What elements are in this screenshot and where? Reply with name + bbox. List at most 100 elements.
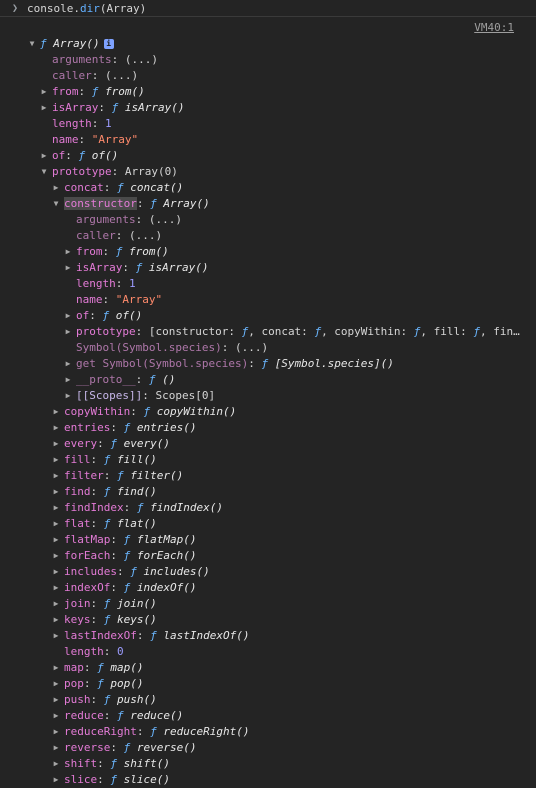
collapsed-triangle-icon[interactable]: ▶ bbox=[63, 324, 73, 340]
collapsed-triangle-icon[interactable]: ▶ bbox=[51, 484, 61, 500]
collapsed-triangle-icon[interactable]: ▶ bbox=[63, 260, 73, 276]
collapsed-triangle-icon[interactable]: ▶ bbox=[51, 548, 61, 564]
collapsed-triangle-icon[interactable]: ▶ bbox=[51, 500, 61, 516]
tree-row[interactable]: ▶ reverse: ƒ reverse() bbox=[0, 740, 520, 756]
tree-row-content: includes: ƒ includes() bbox=[64, 564, 210, 580]
tree-row-content: isArray: ƒ isArray() bbox=[52, 100, 184, 116]
collapsed-triangle-icon[interactable]: ▶ bbox=[51, 596, 61, 612]
collapsed-triangle-icon[interactable]: ▶ bbox=[63, 244, 73, 260]
tree-row[interactable]: ▶ isArray: ƒ isArray() bbox=[0, 100, 520, 116]
token-pl: : Array(0) bbox=[111, 165, 178, 178]
tree-row[interactable]: ▶ __proto__: ƒ () bbox=[0, 372, 520, 388]
tree-row[interactable]: ▶ map: ƒ map() bbox=[0, 660, 520, 676]
tree-row[interactable]: ▶ slice: ƒ slice() bbox=[0, 772, 520, 788]
collapsed-triangle-icon[interactable]: ▶ bbox=[51, 772, 61, 788]
tree-row[interactable]: ▶ filter: ƒ filter() bbox=[0, 468, 520, 484]
token-k: reduceRight bbox=[64, 725, 137, 738]
collapsed-triangle-icon[interactable]: ▶ bbox=[39, 148, 49, 164]
token-k: flatMap bbox=[64, 533, 111, 546]
tree-row[interactable]: ▶ find: ƒ find() bbox=[0, 484, 520, 500]
collapsed-triangle-icon[interactable]: ▶ bbox=[51, 628, 61, 644]
collapsed-triangle-icon[interactable]: ▶ bbox=[39, 100, 49, 116]
info-badge-icon[interactable]: i bbox=[103, 39, 114, 49]
collapsed-triangle-icon[interactable]: ▶ bbox=[51, 692, 61, 708]
tree-row[interactable]: ▶ findIndex: ƒ findIndex() bbox=[0, 500, 520, 516]
tree-row[interactable]: ▶ fill: ƒ fill() bbox=[0, 452, 520, 468]
token-fn: ƒ bbox=[148, 373, 163, 386]
expanded-triangle-icon[interactable]: ▼ bbox=[51, 196, 61, 212]
tree-row[interactable]: ▶ isArray: ƒ isArray() bbox=[0, 260, 520, 276]
collapsed-triangle-icon[interactable]: ▶ bbox=[51, 612, 61, 628]
tree-row[interactable]: ▶ from: ƒ from() bbox=[0, 244, 520, 260]
collapsed-triangle-icon[interactable]: ▶ bbox=[51, 676, 61, 692]
token-kd: __proto__ bbox=[76, 373, 136, 386]
collapsed-triangle-icon[interactable]: ▶ bbox=[51, 756, 61, 772]
collapsed-triangle-icon[interactable]: ▶ bbox=[51, 468, 61, 484]
collapsed-triangle-icon[interactable]: ▶ bbox=[63, 372, 73, 388]
tree-row[interactable]: ▶ keys: ƒ keys() bbox=[0, 612, 520, 628]
token-pl: : (...) bbox=[115, 229, 163, 242]
token-pl: : (...) bbox=[135, 213, 182, 226]
tree-row: length: 0 bbox=[0, 644, 520, 660]
tree-row[interactable]: ▶ includes: ƒ includes() bbox=[0, 564, 520, 580]
token-str: "Array" bbox=[115, 293, 163, 306]
tree-row[interactable]: ▼ ƒ Array() i bbox=[0, 36, 520, 52]
collapsed-triangle-icon[interactable]: ▶ bbox=[51, 420, 61, 436]
tree-row[interactable]: ▶ reduceRight: ƒ reduceRight() bbox=[0, 724, 520, 740]
collapsed-triangle-icon[interactable]: ▶ bbox=[51, 660, 61, 676]
expanded-triangle-icon[interactable]: ▼ bbox=[39, 164, 49, 180]
collapsed-triangle-icon[interactable]: ▶ bbox=[51, 740, 61, 756]
collapsed-triangle-icon[interactable]: ▶ bbox=[39, 84, 49, 100]
source-link[interactable]: VM40:1 bbox=[474, 21, 514, 34]
collapsed-triangle-icon[interactable]: ▶ bbox=[51, 564, 61, 580]
collapsed-triangle-icon[interactable]: ▶ bbox=[51, 516, 61, 532]
tree-row[interactable]: ▶ of: ƒ of() bbox=[0, 148, 520, 164]
token-pl: : bbox=[122, 261, 136, 274]
tree-row[interactable]: ▶ join: ƒ join() bbox=[0, 596, 520, 612]
tree-row[interactable]: ▼ prototype: Array(0) bbox=[0, 164, 520, 180]
token-k: isArray bbox=[52, 101, 99, 114]
tree-row[interactable]: ▶ every: ƒ every() bbox=[0, 436, 520, 452]
tree-row[interactable]: ▶ indexOf: ƒ indexOf() bbox=[0, 580, 520, 596]
collapsed-triangle-icon[interactable]: ▶ bbox=[51, 708, 61, 724]
tree-row[interactable]: ▶ pop: ƒ pop() bbox=[0, 676, 520, 692]
tree-row[interactable]: ▶ shift: ƒ shift() bbox=[0, 756, 520, 772]
collapsed-triangle-icon[interactable]: ▶ bbox=[51, 580, 61, 596]
token-k: from bbox=[52, 85, 79, 98]
collapsed-triangle-icon[interactable]: ▶ bbox=[51, 532, 61, 548]
token-pl: : bbox=[78, 85, 92, 98]
token-fn: ƒ bbox=[110, 437, 124, 450]
token-pl: : bbox=[91, 117, 105, 130]
tree-row[interactable]: ▶ of: ƒ of() bbox=[0, 308, 520, 324]
token-str: "Array" bbox=[91, 133, 139, 146]
tree-row[interactable]: ▶ get Symbol(Symbol.species): ƒ [Symbol.s… bbox=[0, 356, 520, 372]
collapsed-triangle-icon[interactable]: ▶ bbox=[63, 388, 73, 404]
tree-row[interactable]: ▶ concat: ƒ concat() bbox=[0, 180, 520, 196]
tree-row[interactable]: ▶ push: ƒ push() bbox=[0, 692, 520, 708]
collapsed-triangle-icon[interactable]: ▶ bbox=[51, 404, 61, 420]
command-text[interactable]: console.dir(Array) bbox=[27, 2, 146, 15]
tree-row-content: concat: ƒ concat() bbox=[64, 180, 183, 196]
token-pl: : bbox=[116, 565, 131, 578]
token-k: copyWithin bbox=[64, 405, 131, 418]
tree-row[interactable]: ▶ reduce: ƒ reduce() bbox=[0, 708, 520, 724]
tree-row[interactable]: ▶ flatMap: ƒ flatMap() bbox=[0, 532, 520, 548]
tree-row[interactable]: ▶ entries: ƒ entries() bbox=[0, 420, 520, 436]
collapsed-triangle-icon[interactable]: ▶ bbox=[51, 180, 61, 196]
expanded-triangle-icon[interactable]: ▼ bbox=[27, 36, 37, 52]
tree-row[interactable]: ▶ flat: ƒ flat() bbox=[0, 516, 520, 532]
tree-row[interactable]: ▶ [[Scopes]]: Scopes[0] bbox=[0, 388, 520, 404]
collapsed-triangle-icon[interactable]: ▶ bbox=[51, 452, 61, 468]
collapsed-triangle-icon[interactable]: ▶ bbox=[63, 308, 73, 324]
tree-row-content: push: ƒ push() bbox=[64, 692, 157, 708]
tree-row[interactable]: ▶ from: ƒ from() bbox=[0, 84, 520, 100]
tree-row[interactable]: ▶ prototype: [constructor: ƒ, concat: ƒ, … bbox=[0, 324, 520, 340]
tree-row[interactable]: ▶ copyWithin: ƒ copyWithin() bbox=[0, 404, 520, 420]
tree-row[interactable]: ▼ constructor: ƒ Array() bbox=[0, 196, 520, 212]
collapsed-triangle-icon[interactable]: ▶ bbox=[51, 724, 61, 740]
tree-row[interactable]: ▶ lastIndexOf: ƒ lastIndexOf() bbox=[0, 628, 520, 644]
collapsed-triangle-icon[interactable]: ▶ bbox=[63, 356, 73, 372]
token-fn: ƒ bbox=[143, 405, 157, 418]
collapsed-triangle-icon[interactable]: ▶ bbox=[51, 436, 61, 452]
tree-row[interactable]: ▶ forEach: ƒ forEach() bbox=[0, 548, 520, 564]
